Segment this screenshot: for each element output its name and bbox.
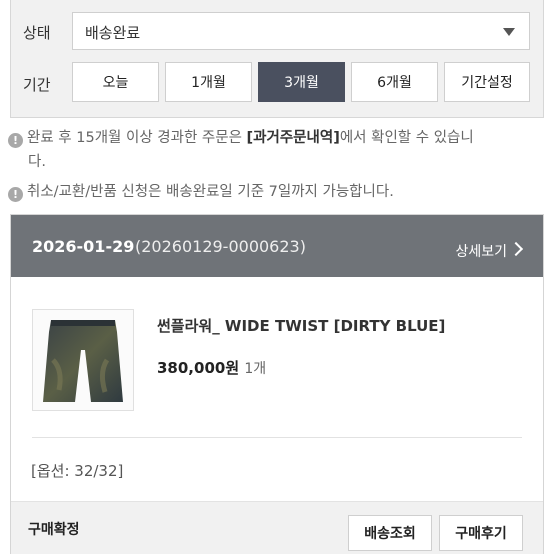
divider — [32, 437, 522, 438]
filter-panel: 상태 배송완료 기간 오늘 1개월 3개월 6개월 기간설정 — [10, 0, 544, 118]
status-select[interactable]: 배송완료 — [72, 12, 530, 50]
info-icon: ! — [8, 187, 23, 202]
order-date: 2026-01-29 — [32, 237, 135, 256]
period-label: 기간 — [23, 76, 51, 94]
detail-link[interactable]: 상세보기 — [455, 241, 507, 261]
period-today-button[interactable]: 오늘 — [72, 62, 159, 102]
period-custom-button[interactable]: 기간설정 — [444, 62, 530, 102]
order-header: 2026-01-29 (20260129-0000623) 상세보기 — [11, 215, 543, 277]
product-price: 380,000원 1개 — [157, 359, 267, 377]
product-option: [옵션: 32/32] — [31, 462, 124, 480]
track-shipment-button[interactable]: 배송조회 — [348, 515, 432, 551]
info-icon: ! — [8, 133, 23, 148]
period-6month-button[interactable]: 6개월 — [351, 62, 438, 102]
period-3month-button[interactable]: 3개월 — [258, 62, 345, 102]
product-quantity: 1개 — [244, 361, 267, 377]
order-card: 2026-01-29 (20260129-0000623) 상세보기 썬플라워_… — [10, 214, 544, 554]
past-orders-link[interactable]: [과거주문내역] — [247, 130, 340, 146]
period-1month-button[interactable]: 1개월 — [165, 62, 252, 102]
order-status: 구매확정 — [28, 522, 80, 538]
write-review-button[interactable]: 구매후기 — [439, 515, 523, 551]
order-number: (20260129-0000623) — [135, 237, 306, 256]
notice-return-policy: ! 취소/교환/반품 신청은 배송완료일 기준 7일까지 가능합니다. — [8, 180, 394, 204]
product-thumbnail[interactable] — [32, 309, 134, 411]
status-select-value: 배송완료 — [85, 24, 141, 42]
notice-past-orders: ! 완료 후 15개월 이상 경과한 주문은 [과거주문내역]에서 확인할 수 있… — [8, 126, 548, 174]
order-footer: 구매확정 배송조회 구매후기 — [11, 501, 543, 554]
chevron-down-icon — [503, 28, 515, 36]
product-name[interactable]: 썬플라워_ WIDE TWIST [DIRTY BLUE] — [157, 315, 445, 336]
chevron-right-icon[interactable] — [508, 241, 524, 257]
status-label: 상태 — [23, 24, 51, 42]
